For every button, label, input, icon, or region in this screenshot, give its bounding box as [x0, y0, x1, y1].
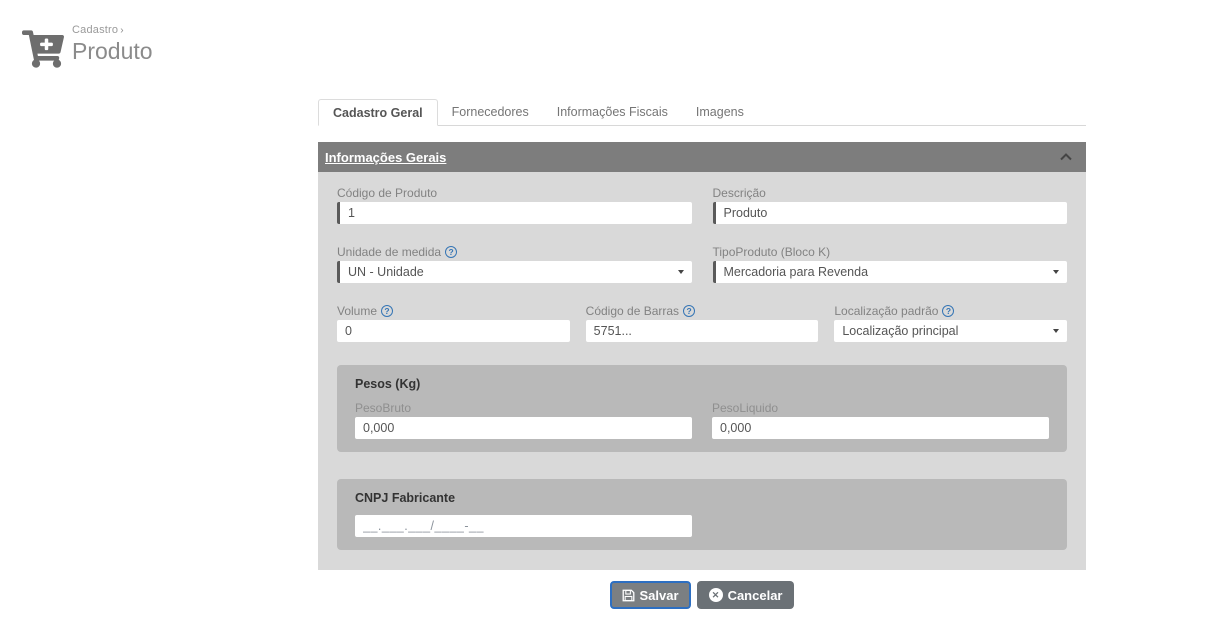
field-volume: Volume ?	[337, 304, 570, 342]
codigo-barras-input[interactable]	[586, 320, 819, 342]
tab-bar: Cadastro Geral Fornecedores Informações …	[318, 99, 1086, 126]
codigo-produto-input[interactable]	[337, 202, 692, 224]
field-codigo-barras: Código de Barras ?	[586, 304, 819, 342]
field-peso-liquido: PesoLiquido	[712, 401, 1049, 439]
localizacao-padrao-select[interactable]: Localização principal	[834, 320, 1067, 342]
cnpj-panel-title: CNPJ Fabricante	[355, 491, 1049, 505]
volume-input[interactable]	[337, 320, 570, 342]
field-tipo-produto: TipoProduto (Bloco K) Mercadoria para Re…	[713, 245, 1068, 283]
chevron-up-icon[interactable]	[1060, 153, 1072, 161]
caret-down-icon	[1053, 329, 1059, 333]
cart-plus-icon	[22, 30, 64, 68]
cancel-button[interactable]: ✕ Cancelar	[697, 581, 795, 609]
section-title[interactable]: Informações Gerais	[325, 150, 446, 165]
field-localizacao-padrao: Localização padrão ? Localização princip…	[834, 304, 1067, 342]
caret-down-icon	[678, 270, 684, 274]
field-peso-bruto: PesoBruto	[355, 401, 692, 439]
unidade-medida-select[interactable]: UN - Unidade	[337, 261, 692, 283]
tab-imagens[interactable]: Imagens	[682, 99, 758, 125]
cnpj-fabricante-input[interactable]	[355, 515, 692, 537]
descricao-label: Descrição	[713, 186, 1068, 199]
peso-bruto-label: PesoBruto	[355, 401, 692, 414]
save-button[interactable]: Salvar	[610, 581, 691, 609]
peso-bruto-input[interactable]	[355, 417, 692, 439]
save-button-label: Salvar	[640, 588, 679, 603]
volume-label: Volume ?	[337, 304, 570, 317]
tab-cadastro-geral[interactable]: Cadastro Geral	[318, 99, 438, 126]
field-codigo-produto: Código de Produto	[337, 186, 692, 224]
peso-liquido-input[interactable]	[712, 417, 1049, 439]
peso-liquido-label: PesoLiquido	[712, 401, 1049, 414]
select-value: Mercadoria para Revenda	[724, 265, 869, 279]
action-buttons: Salvar ✕ Cancelar	[318, 581, 1086, 609]
page-header: Cadastro› Produto	[22, 24, 153, 68]
help-icon[interactable]: ?	[942, 305, 954, 317]
cancel-circle-x-icon: ✕	[709, 588, 723, 602]
descricao-input[interactable]	[713, 202, 1068, 224]
save-disk-icon	[622, 589, 635, 602]
help-icon[interactable]: ?	[445, 246, 457, 258]
field-descricao: Descrição	[713, 186, 1068, 224]
page-title: Produto	[72, 38, 153, 65]
tab-fornecedores[interactable]: Fornecedores	[438, 99, 543, 125]
pesos-panel-title: Pesos (Kg)	[355, 377, 1049, 391]
tab-informacoes-fiscais[interactable]: Informações Fiscais	[543, 99, 682, 125]
codigo-produto-label: Código de Produto	[337, 186, 692, 199]
section-header[interactable]: Informações Gerais	[318, 142, 1086, 172]
cancel-button-label: Cancelar	[728, 588, 783, 603]
breadcrumb-item[interactable]: Cadastro	[72, 24, 118, 36]
pesos-panel: Pesos (Kg) PesoBruto PesoLiquido	[337, 365, 1067, 452]
cnpj-panel: CNPJ Fabricante	[337, 479, 1067, 550]
help-icon[interactable]: ?	[683, 305, 695, 317]
main-content: Cadastro Geral Fornecedores Informações …	[318, 99, 1086, 609]
tipo-produto-select[interactable]: Mercadoria para Revenda	[713, 261, 1068, 283]
field-unidade-medida: Unidade de medida ? UN - Unidade	[337, 245, 692, 283]
section-informacoes-gerais: Informações Gerais Código de Produto Des…	[318, 142, 1086, 570]
help-icon[interactable]: ?	[381, 305, 393, 317]
select-value: UN - Unidade	[348, 265, 424, 279]
field-cnpj-fabricante	[355, 515, 692, 537]
unidade-medida-label: Unidade de medida ?	[337, 245, 692, 258]
breadcrumb[interactable]: Cadastro›	[72, 24, 153, 36]
select-value: Localização principal	[842, 324, 958, 338]
tipo-produto-label: TipoProduto (Bloco K)	[713, 245, 1068, 258]
section-body: Código de Produto Descrição Unidade de m…	[318, 172, 1086, 570]
localizacao-padrao-label: Localização padrão ?	[834, 304, 1067, 317]
codigo-barras-label: Código de Barras ?	[586, 304, 819, 317]
caret-down-icon	[1053, 270, 1059, 274]
breadcrumb-chevron-icon: ›	[120, 25, 124, 36]
